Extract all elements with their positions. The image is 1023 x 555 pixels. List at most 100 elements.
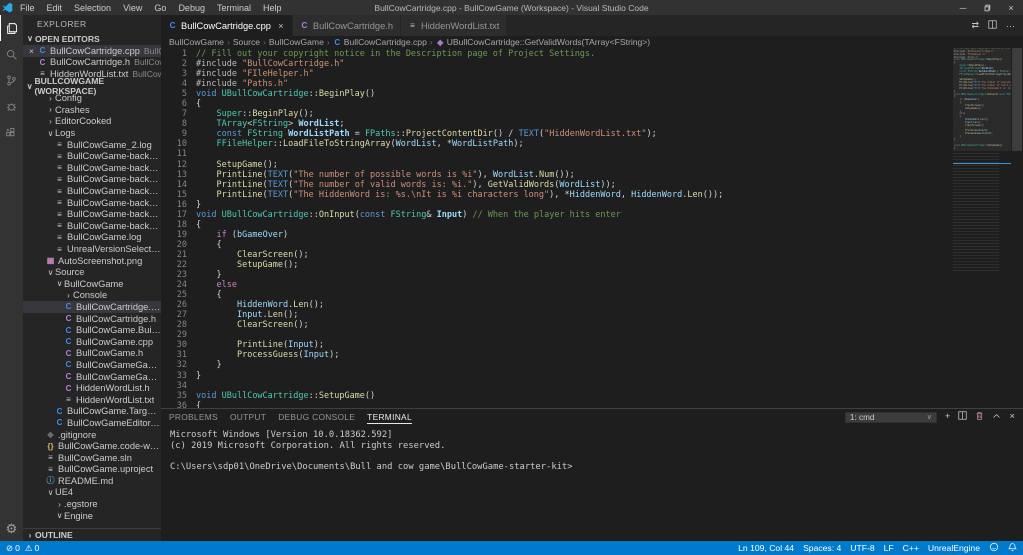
menu-view[interactable]: View bbox=[117, 3, 148, 13]
menu-terminal[interactable]: Terminal bbox=[211, 3, 257, 13]
breadcrumb-item[interactable]: BullCowGame bbox=[169, 37, 224, 47]
editor-scrollbar[interactable] bbox=[1011, 48, 1023, 408]
panel-tab-output[interactable]: OUTPUT bbox=[230, 410, 266, 423]
tree-file[interactable]: {}BullCowGame.code-workspace bbox=[23, 440, 161, 452]
tree-file[interactable]: ≡BullCowGame-backup-2020.02.0... bbox=[23, 162, 161, 174]
panel-tab-terminal[interactable]: TERMINAL bbox=[367, 410, 412, 424]
kill-terminal-icon[interactable] bbox=[975, 411, 984, 424]
minimap[interactable]: // Fill out your copyright notice in the… bbox=[953, 48, 1011, 408]
more-actions-icon[interactable]: ··· bbox=[1006, 21, 1015, 31]
tree-file[interactable]: ⓘREADME.md bbox=[23, 475, 161, 487]
tree-file[interactable]: ≡BullCowGame-backup-2020.02.0... bbox=[23, 208, 161, 220]
notifications-bell-icon[interactable] bbox=[1008, 542, 1017, 554]
h-file-icon: C bbox=[64, 314, 73, 323]
tree-file[interactable]: ≡HiddenWordList.txt bbox=[23, 394, 161, 406]
minimize-icon[interactable]: ─ bbox=[951, 0, 975, 15]
editor-tab[interactable]: CBullCowCartridge.h bbox=[293, 15, 401, 36]
tree-file[interactable]: ≡BullCowGame-backup-2020.02.0... bbox=[23, 150, 161, 162]
explorer-icon[interactable] bbox=[0, 15, 23, 41]
tree-folder[interactable]: ›Console bbox=[23, 290, 161, 302]
code-editor[interactable]: 1// Fill out your copyright notice in th… bbox=[161, 48, 1023, 408]
outline-header[interactable]: › OUTLINE bbox=[23, 528, 161, 541]
extensions-icon[interactable] bbox=[0, 119, 23, 145]
tree-file[interactable]: CBullCowGameGameModeBase.h bbox=[23, 371, 161, 383]
terminal-select[interactable]: 1: cmd∨ bbox=[845, 412, 937, 423]
tree-file[interactable]: ≡BullCowGame.sln bbox=[23, 452, 161, 464]
menu-selection[interactable]: Selection bbox=[68, 3, 117, 13]
tree-folder[interactable]: ›EditorCooked bbox=[23, 116, 161, 128]
status-language-mode[interactable]: C++ bbox=[903, 543, 919, 553]
terminal[interactable]: Microsoft Windows [Version 10.0.18362.59… bbox=[161, 425, 1023, 541]
open-editors-header[interactable]: ∨ OPEN EDITORS bbox=[23, 32, 161, 45]
source-control-icon[interactable] bbox=[0, 67, 23, 93]
maximize-panel-icon[interactable] bbox=[992, 412, 1001, 423]
tree-folder[interactable]: ∨Logs bbox=[23, 127, 161, 139]
tree-file[interactable]: CBullCowGameEditor.Target.cs bbox=[23, 417, 161, 429]
tree-file[interactable]: ≡BullCowGame_2.log bbox=[23, 139, 161, 151]
tree-file[interactable]: CBullCowCartridge.cpp bbox=[23, 301, 161, 313]
line-number: 16 bbox=[161, 200, 187, 210]
tree-folder[interactable]: ∨UE4 bbox=[23, 487, 161, 499]
breadcrumb-item[interactable]: BullCowGame bbox=[269, 37, 324, 47]
tree-file[interactable]: ≡BullCowGame.log bbox=[23, 232, 161, 244]
breadcrumb-label: BullCowCartridge.cpp bbox=[344, 37, 427, 47]
tree-file[interactable]: ≡BullCowGame.uproject bbox=[23, 464, 161, 476]
tree-file[interactable]: CHiddenWordList.h bbox=[23, 382, 161, 394]
status-unreal-engine[interactable]: UnrealEngine bbox=[928, 543, 980, 553]
tree-file[interactable]: ◆.gitignore bbox=[23, 429, 161, 441]
tree-folder[interactable]: ∨Engine bbox=[23, 510, 161, 522]
tree-file[interactable]: ≡BullCowGame-backup-2020.02.0... bbox=[23, 174, 161, 186]
close-panel-icon[interactable]: × bbox=[1009, 412, 1015, 422]
close-icon[interactable]: × bbox=[27, 46, 36, 56]
problems-status[interactable]: ⊘0 ⚠0 bbox=[6, 543, 39, 554]
breadcrumb-item[interactable]: ◈UBullCowCartridge::GetValidWords(TArray… bbox=[436, 37, 650, 47]
tree-file[interactable]: CBullCowGame.Build.cs bbox=[23, 324, 161, 336]
tree-file[interactable]: CBullCowCartridge.h bbox=[23, 313, 161, 325]
editor-tab[interactable]: CBullCowCartridge.cpp× bbox=[161, 15, 293, 36]
open-editor-item[interactable]: ×CBullCowCartridge.cppBullCowGa... bbox=[23, 45, 161, 57]
tree-file[interactable]: CBullCowGameGameModeBase.cpp bbox=[23, 359, 161, 371]
tree-folder[interactable]: ›Crashes bbox=[23, 104, 161, 116]
menu-file[interactable]: File bbox=[14, 3, 41, 13]
workspace-header[interactable]: ∨ BULLCOWGAME (WORKSPACE) bbox=[23, 80, 161, 93]
tree-folder[interactable]: ∨BullCowGame bbox=[23, 278, 161, 290]
menu-help[interactable]: Help bbox=[257, 3, 288, 13]
search-icon[interactable] bbox=[0, 41, 23, 67]
status-cursor-position[interactable]: Ln 109, Col 44 bbox=[738, 543, 794, 553]
vscode-logo-icon[interactable] bbox=[0, 2, 14, 13]
feedback-icon[interactable] bbox=[989, 542, 999, 554]
status-encoding[interactable]: UTF-8 bbox=[850, 543, 874, 553]
tree-folder[interactable]: ∨Source bbox=[23, 266, 161, 278]
settings-gear-icon[interactable]: ⚙ bbox=[0, 517, 23, 541]
tree-file[interactable]: ▦AutoScreenshot.png bbox=[23, 255, 161, 267]
tree-file[interactable]: CBullCowGame.cpp bbox=[23, 336, 161, 348]
editor-tab[interactable]: ≡HiddenWordList.txt bbox=[401, 15, 507, 36]
open-editor-item[interactable]: CBullCowCartridge.hBullCowGame ... bbox=[23, 57, 161, 69]
tree-folder[interactable]: ›.egstore bbox=[23, 498, 161, 510]
breadcrumb-item[interactable]: Source bbox=[233, 37, 260, 47]
panel-tab-problems[interactable]: PROBLEMS bbox=[169, 410, 218, 423]
close-icon[interactable]: × bbox=[277, 21, 285, 31]
tree-file[interactable]: ≡BullCowGame-backup-2020.02.0... bbox=[23, 197, 161, 209]
tree-file[interactable]: ≡BullCowGame-backup-2020.02.0... bbox=[23, 220, 161, 232]
tree-file[interactable]: ≡UnrealVersionSelector-2020.01.2... bbox=[23, 243, 161, 255]
menu-debug[interactable]: Debug bbox=[172, 3, 211, 13]
debug-icon[interactable] bbox=[0, 93, 23, 119]
tree-folder[interactable]: ›Config bbox=[23, 93, 161, 105]
menu-go[interactable]: Go bbox=[148, 3, 172, 13]
split-editor-icon[interactable] bbox=[988, 20, 997, 31]
new-terminal-icon[interactable]: + bbox=[945, 412, 951, 422]
tree-file[interactable]: ≡BullCowGame-backup-2020.02.0... bbox=[23, 185, 161, 197]
status-eol[interactable]: LF bbox=[884, 543, 894, 553]
tree-file[interactable]: CBullCowGame.h bbox=[23, 348, 161, 360]
tree-file[interactable]: CBullCowGame.Target.cs bbox=[23, 406, 161, 418]
panel-tab-debug-console[interactable]: DEBUG CONSOLE bbox=[278, 410, 355, 423]
scrollbar-thumb[interactable] bbox=[1012, 48, 1022, 151]
restore-icon[interactable] bbox=[975, 0, 999, 15]
close-icon[interactable]: × bbox=[999, 0, 1023, 15]
open-changes-icon[interactable]: ⇄ bbox=[971, 20, 979, 31]
status-indentation[interactable]: Spaces: 4 bbox=[803, 543, 841, 553]
breadcrumb-item[interactable]: CBullCowCartridge.cpp bbox=[333, 37, 427, 47]
menu-edit[interactable]: Edit bbox=[41, 3, 69, 13]
split-terminal-icon[interactable] bbox=[958, 411, 967, 423]
